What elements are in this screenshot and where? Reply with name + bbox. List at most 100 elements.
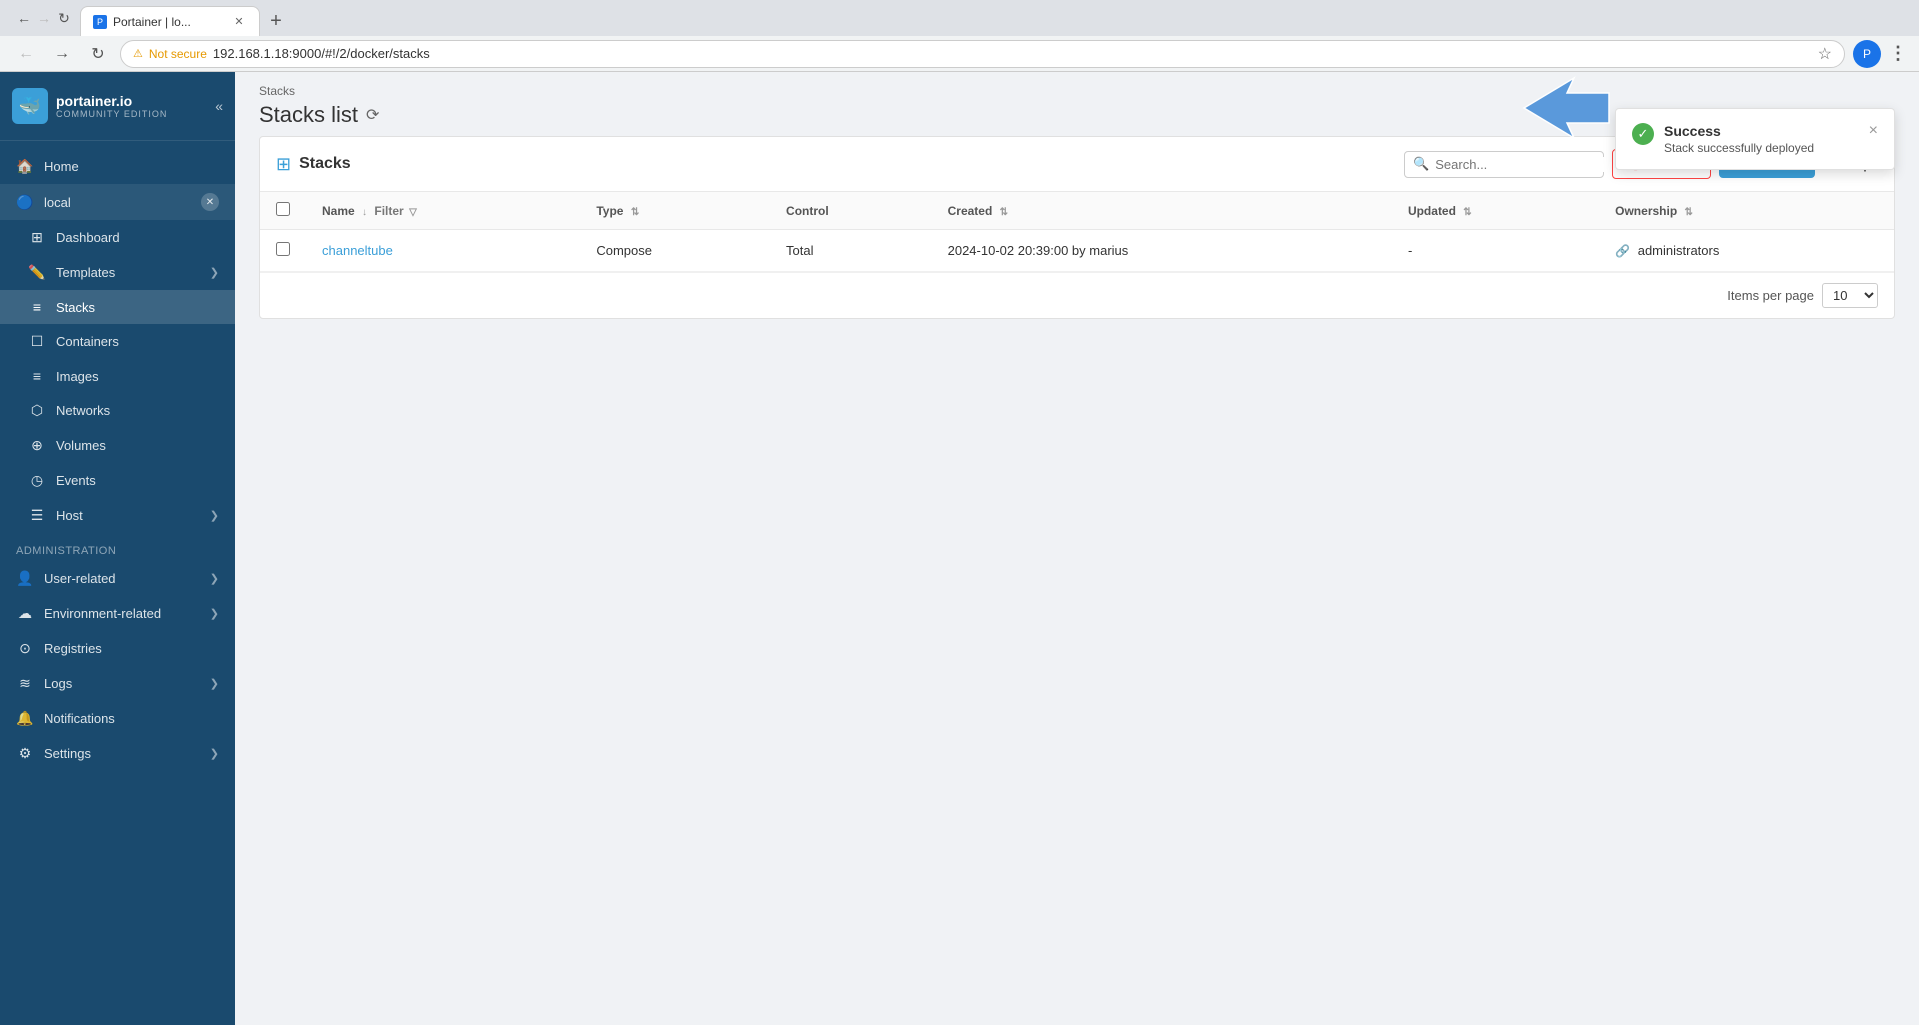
address-bar[interactable]: ⚠ Not secure 192.168.1.18:9000/#!/2/dock…: [120, 40, 1845, 68]
refresh-icon[interactable]: ⟳: [366, 105, 379, 125]
sidebar-host-label: Host: [56, 508, 200, 523]
sidebar-notifications-label: Notifications: [44, 711, 219, 726]
sidebar-item-environment-related[interactable]: ☁ Environment-related ❯: [0, 596, 235, 631]
toast-close-button[interactable]: ×: [1869, 123, 1878, 139]
sidebar-item-user-related[interactable]: 👤 User-related ❯: [0, 561, 235, 596]
sidebar-volumes-label: Volumes: [56, 438, 219, 453]
sidebar-item-events[interactable]: ◷ Events: [0, 463, 235, 498]
nav-forward[interactable]: →: [48, 40, 76, 68]
sidebar-images-label: Images: [56, 369, 219, 384]
page-title-text: Stacks list: [259, 102, 358, 128]
new-tab-button[interactable]: +: [260, 6, 292, 36]
sidebar-item-templates[interactable]: ✏️ Templates ❯: [0, 255, 235, 290]
sidebar-item-host[interactable]: ☰ Host ❯: [0, 498, 235, 533]
sidebar-nav: 🏠 Home 🔵 local ✕ ⊞ Dashboard ✏️ Template…: [0, 141, 235, 1025]
toast-content: Success Stack successfully deployed: [1664, 123, 1859, 155]
sidebar-environment-related-label: Environment-related: [44, 606, 200, 621]
sidebar-local-label: local: [44, 195, 191, 210]
toast-title: Success: [1664, 123, 1859, 139]
col-type-label: Type: [596, 204, 623, 218]
search-box[interactable]: 🔍 ✕: [1404, 151, 1604, 178]
browser-reload[interactable]: ↻: [56, 10, 72, 26]
logo-sub: COMMUNITY EDITION: [56, 109, 167, 119]
row-type-cell: Compose: [580, 230, 770, 272]
browser-tab-active[interactable]: P Portainer | lo... ✕: [80, 6, 260, 36]
logo-text: portainer.io COMMUNITY EDITION: [56, 93, 167, 119]
row-updated-cell: -: [1392, 230, 1599, 272]
col-name-header[interactable]: Name ↓ Filter ▽: [306, 192, 580, 230]
sidebar-item-notifications[interactable]: 🔔 Notifications: [0, 701, 235, 736]
filter-icon[interactable]: ▽: [409, 207, 417, 218]
browser-forward[interactable]: →: [36, 10, 52, 26]
stack-name-link[interactable]: channeltube: [322, 243, 393, 258]
row-ownership-cell: 🔗 administrators: [1599, 230, 1894, 272]
filter-label: Filter: [374, 204, 403, 218]
user-related-icon: 👤: [16, 570, 34, 587]
logo-area: 🐳 portainer.io COMMUNITY EDITION: [12, 88, 167, 124]
logs-chevron-icon: ❯: [210, 677, 219, 690]
stacks-nav-icon: ≡: [28, 299, 46, 315]
items-per-page-select[interactable]: 10 25 50 100: [1822, 283, 1878, 308]
url-display: 192.168.1.18:9000/#!/2/docker/stacks: [213, 46, 430, 61]
sidebar-containers-label: Containers: [56, 334, 219, 349]
sidebar-item-networks[interactable]: ⬡ Networks: [0, 393, 235, 428]
sidebar-collapse-button[interactable]: «: [215, 98, 223, 114]
sidebar-home-label: Home: [44, 159, 219, 174]
profile-button[interactable]: P: [1853, 40, 1881, 68]
networks-icon: ⬡: [28, 402, 46, 419]
sidebar-item-stacks[interactable]: ≡ Stacks: [0, 290, 235, 324]
col-ownership-header[interactable]: Ownership ⇅: [1599, 192, 1894, 230]
sidebar-item-images[interactable]: ≡ Images: [0, 359, 235, 393]
type-sort-icon: ⇅: [631, 207, 639, 218]
sidebar-item-settings[interactable]: ⚙ Settings ❯: [0, 736, 235, 771]
search-input[interactable]: [1435, 157, 1611, 172]
logo-name: portainer.io: [56, 93, 167, 109]
admin-section-label: Administration: [0, 533, 235, 561]
app-layout: 🐳 portainer.io COMMUNITY EDITION « 🏠 Hom…: [0, 72, 1919, 1025]
sidebar-item-registries[interactable]: ⊙ Registries: [0, 631, 235, 666]
sidebar-item-local[interactable]: 🔵 local ✕: [0, 184, 235, 220]
sidebar-user-related-label: User-related: [44, 571, 200, 586]
address-bar-row: ← → ↻ ⚠ Not secure 192.168.1.18:9000/#!/…: [0, 36, 1919, 72]
col-updated-label: Updated: [1408, 204, 1456, 218]
bookmark-icon[interactable]: ☆: [1818, 44, 1832, 64]
row-name-cell: channeltube: [306, 230, 580, 272]
table-row: channeltube Compose Total 2024-10-02 20:…: [260, 230, 1894, 272]
sidebar-item-home[interactable]: 🏠 Home: [0, 149, 235, 184]
browser-more-button[interactable]: ⋮: [1889, 43, 1907, 64]
sidebar-networks-label: Networks: [56, 403, 219, 418]
tab-close-button[interactable]: ✕: [231, 14, 247, 30]
nav-back[interactable]: ←: [12, 40, 40, 68]
nav-reload[interactable]: ↻: [84, 40, 112, 68]
col-control-header: Control: [770, 192, 932, 230]
sidebar-item-containers[interactable]: ☐ Containers: [0, 324, 235, 359]
col-type-header[interactable]: Type ⇅: [580, 192, 770, 230]
updated-sort-icon: ⇅: [1463, 207, 1471, 218]
user-related-chevron-icon: ❯: [210, 572, 219, 585]
sidebar-item-logs[interactable]: ≋ Logs ❯: [0, 666, 235, 701]
browser-chrome: ← → ↻ P Portainer | lo... ✕ + ← → ↻ ⚠ No…: [0, 0, 1919, 72]
local-icon: 🔵: [16, 194, 34, 211]
env-close-button[interactable]: ✕: [201, 193, 219, 211]
stacks-table: Name ↓ Filter ▽ Type ⇅ Control: [260, 192, 1894, 272]
tab-favicon: P: [93, 15, 107, 29]
col-updated-header[interactable]: Updated ⇅: [1392, 192, 1599, 230]
col-name-label: Name: [322, 204, 355, 218]
sidebar-logs-label: Logs: [44, 676, 200, 691]
browser-back[interactable]: ←: [16, 10, 32, 26]
containers-icon: ☐: [28, 333, 46, 350]
host-icon: ☰: [28, 507, 46, 524]
stacks-panel-icon: ⊞: [276, 154, 291, 175]
security-label: Not secure: [149, 47, 207, 61]
sidebar-item-dashboard[interactable]: ⊞ Dashboard: [0, 220, 235, 255]
sidebar-item-volumes[interactable]: ⊕ Volumes: [0, 428, 235, 463]
notifications-icon: 🔔: [16, 710, 34, 727]
row-checkbox[interactable]: [276, 242, 290, 256]
tab-label: Portainer | lo...: [113, 15, 191, 29]
col-created-header[interactable]: Created ⇅: [932, 192, 1392, 230]
toast-success-icon: ✓: [1632, 123, 1654, 145]
col-ownership-label: Ownership: [1615, 204, 1677, 218]
templates-chevron-icon: ❯: [210, 266, 219, 279]
select-all-checkbox[interactable]: [276, 202, 290, 216]
col-control-label: Control: [786, 204, 829, 218]
